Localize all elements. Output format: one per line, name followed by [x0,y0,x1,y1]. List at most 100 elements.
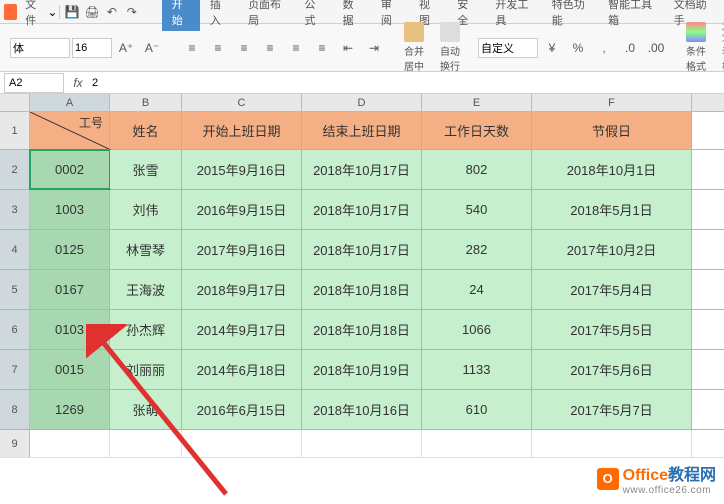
cell[interactable]: 2018年9月17日 [182,270,302,309]
increase-font-icon[interactable]: A⁺ [114,36,138,60]
align-right-icon[interactable]: ≡ [310,36,334,60]
cell[interactable]: 24 [422,270,532,309]
cell[interactable]: 1269 [30,390,110,429]
save-icon[interactable]: 💾 [62,0,82,24]
font-family-select[interactable] [10,38,70,58]
cell[interactable]: 2018年10月18日 [302,310,422,349]
cell[interactable]: 2017年9月16日 [182,230,302,269]
cell[interactable]: 张萌 [110,390,182,429]
undo-icon[interactable]: ↶ [102,0,122,24]
header-days[interactable]: 工作日天数 [422,112,532,149]
row-header-1[interactable]: 1 [0,112,30,149]
align-bottom-icon[interactable]: ≡ [232,36,256,60]
cell[interactable]: 2018年10月19日 [302,350,422,389]
formula-input[interactable] [88,73,724,93]
row-header[interactable]: 4 [0,230,30,269]
align-middle-icon[interactable]: ≡ [206,36,230,60]
cell[interactable] [30,430,110,457]
print-icon[interactable]: 🖨 [82,0,102,24]
cell[interactable]: 2016年9月15日 [182,190,302,229]
cell[interactable]: 0125 [30,230,110,269]
fx-button[interactable]: fx [68,76,88,90]
cell[interactable] [110,430,182,457]
spreadsheet-grid[interactable]: A B C D E F 1 工号 姓名 开始上班日期 结束上班日期 工作日天数 … [0,94,724,458]
cell[interactable]: 802 [422,150,532,189]
cell[interactable]: 1133 [422,350,532,389]
cond-format-button[interactable]: 条件格式 [680,20,712,75]
cell[interactable]: 1003 [30,190,110,229]
wrap-button[interactable]: 自动换行 [434,20,466,75]
tab-dev[interactable]: 开发工具 [485,0,541,31]
cell[interactable]: 2018年5月1日 [532,190,692,229]
col-header-b[interactable]: B [110,94,182,111]
tab-layout[interactable]: 页面布局 [238,0,294,31]
header-start[interactable]: 开始上班日期 [182,112,302,149]
cell[interactable]: 2017年5月4日 [532,270,692,309]
align-top-icon[interactable]: ≡ [180,36,204,60]
cell[interactable]: 2017年5月6日 [532,350,692,389]
cell[interactable]: 540 [422,190,532,229]
currency-icon[interactable]: ¥ [540,36,564,60]
cell[interactable]: 2018年10月1日 [532,150,692,189]
indent-decrease-icon[interactable]: ⇤ [336,36,360,60]
cell[interactable]: 2018年10月18日 [302,270,422,309]
cell[interactable]: 0002 [30,150,110,189]
indent-increase-icon[interactable]: ⇥ [362,36,386,60]
cell[interactable]: 2014年6月18日 [182,350,302,389]
tab-formula[interactable]: 公式 [294,0,332,31]
cell[interactable]: 林雪琴 [110,230,182,269]
tab-insert[interactable]: 插入 [200,0,238,31]
cell[interactable]: 2018年10月17日 [302,190,422,229]
percent-icon[interactable]: % [566,36,590,60]
header-name[interactable]: 姓名 [110,112,182,149]
row-header-9[interactable]: 9 [0,430,30,457]
cell[interactable]: 2017年5月7日 [532,390,692,429]
decimal-dec-icon[interactable]: .00 [644,36,668,60]
tab-smart[interactable]: 智能工具箱 [598,0,663,31]
tab-data[interactable]: 数据 [333,0,371,31]
cell[interactable]: 0015 [30,350,110,389]
row-header[interactable]: 6 [0,310,30,349]
cell[interactable] [532,430,692,457]
cell[interactable] [422,430,532,457]
col-header-d[interactable]: D [302,94,422,111]
cell[interactable]: 刘丽丽 [110,350,182,389]
font-size-select[interactable] [72,38,112,58]
cell[interactable] [302,430,422,457]
cell[interactable]: 2017年5月5日 [532,310,692,349]
cell[interactable]: 2018年10月17日 [302,150,422,189]
cell[interactable]: 282 [422,230,532,269]
cell[interactable]: 2017年10月2日 [532,230,692,269]
cell[interactable]: 王海波 [110,270,182,309]
decimal-inc-icon[interactable]: .0 [618,36,642,60]
decrease-font-icon[interactable]: A⁻ [140,36,164,60]
name-box[interactable]: A2 [4,73,64,93]
cell[interactable]: 2016年6月15日 [182,390,302,429]
tab-home[interactable]: 开始 [162,0,200,31]
header-holiday[interactable]: 节假日 [532,112,692,149]
col-header-a[interactable]: A [30,94,110,111]
header-end[interactable]: 结束上班日期 [302,112,422,149]
row-header[interactable]: 3 [0,190,30,229]
cell[interactable]: 610 [422,390,532,429]
table-style-button[interactable]: 表格样式 [716,20,724,75]
merge-button[interactable]: 合并居中 [398,20,430,75]
redo-icon[interactable]: ↷ [122,0,142,24]
header-diagonal[interactable]: 工号 [30,112,110,149]
comma-icon[interactable]: , [592,36,616,60]
row-header[interactable]: 7 [0,350,30,389]
row-header[interactable]: 5 [0,270,30,309]
align-center-icon[interactable]: ≡ [284,36,308,60]
cell[interactable]: 2015年9月16日 [182,150,302,189]
col-header-f[interactable]: F [532,94,692,111]
cell[interactable]: 2014年9月17日 [182,310,302,349]
cell[interactable]: 0167 [30,270,110,309]
row-header[interactable]: 2 [0,150,30,189]
number-format-select[interactable] [478,38,538,58]
cell[interactable]: 张雪 [110,150,182,189]
col-header-c[interactable]: C [182,94,302,111]
row-header[interactable]: 8 [0,390,30,429]
cell[interactable]: 刘伟 [110,190,182,229]
cell[interactable]: 0103 [30,310,110,349]
select-all-corner[interactable] [0,94,30,111]
